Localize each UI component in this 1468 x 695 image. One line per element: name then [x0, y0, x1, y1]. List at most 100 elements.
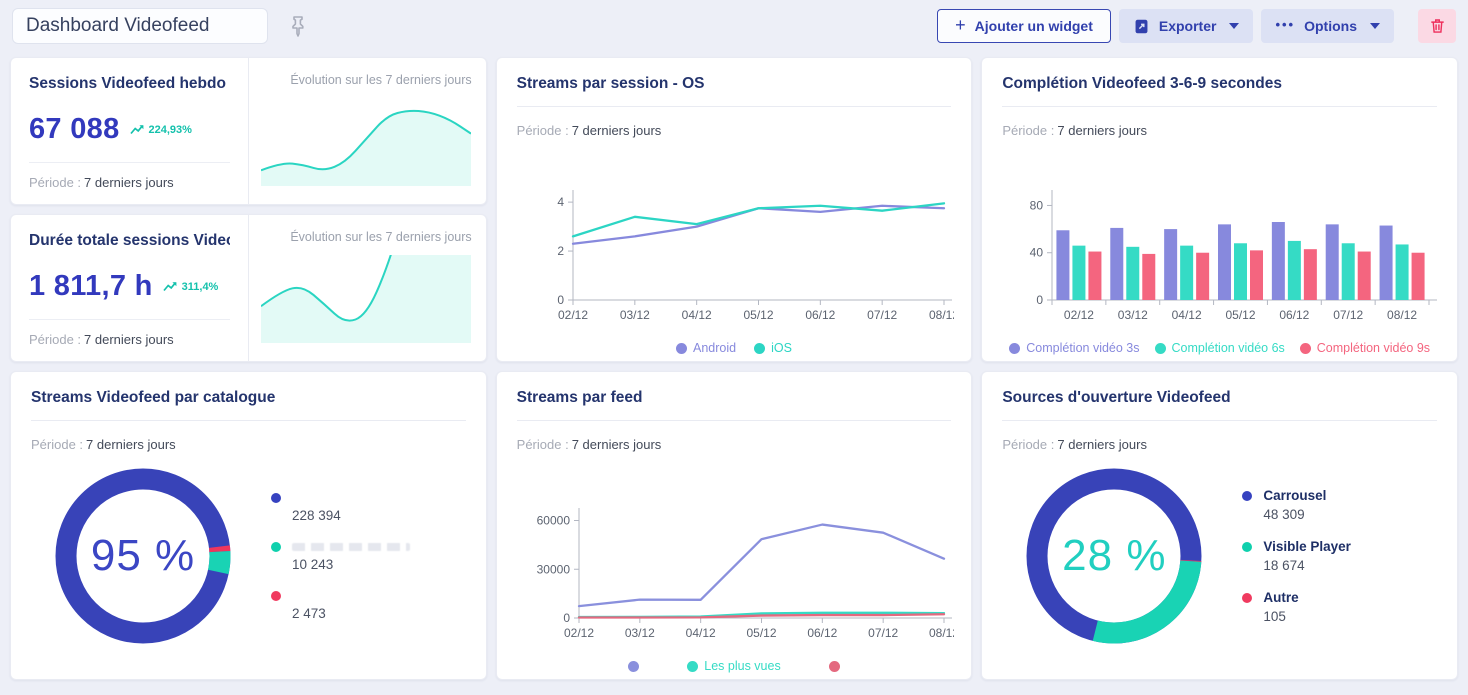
svg-text:06/12: 06/12: [805, 308, 835, 322]
period-value: 7 derniers jours: [1057, 437, 1147, 452]
svg-text:08/12: 08/12: [1387, 308, 1417, 322]
divider: [1002, 420, 1437, 421]
legend-item[interactable]: Complétion vidéo 9s: [1300, 341, 1430, 355]
legend-item[interactable]: 228 394: [271, 491, 410, 523]
svg-text:02/12: 02/12: [1064, 308, 1094, 322]
legend-item[interactable]: Autre 105: [1242, 590, 1351, 624]
legend-dot: [1155, 343, 1166, 354]
widget-title: Durée totale sessions Videof...: [29, 232, 230, 248]
legend-item[interactable]: Android: [676, 341, 736, 355]
period-row: Période :7 derniers jours: [1002, 437, 1437, 452]
donut-center-label: 28 %: [1016, 458, 1212, 654]
legend-item[interactable]: 2 473: [271, 589, 410, 621]
legend-item[interactable]: iOS: [754, 341, 792, 355]
svg-text:05/12: 05/12: [743, 308, 773, 322]
legend-label: Complétion vidéo 6s: [1172, 341, 1285, 355]
divider: [1002, 106, 1437, 107]
svg-text:06/12: 06/12: [807, 626, 837, 640]
legend-label: Complétion vidéo 3s: [1026, 341, 1139, 355]
legend-item[interactable]: [829, 661, 840, 672]
period-value: 7 derniers jours: [572, 437, 662, 452]
legend-dot: [1242, 491, 1252, 501]
dashboard-title-input[interactable]: [12, 8, 268, 44]
widget-sources-ouverture: Sources d'ouverture Videofeed Période :7…: [981, 371, 1458, 680]
sessions-sparkline-chart: [261, 98, 471, 186]
duree-sparkline-chart: [261, 255, 471, 343]
catalogue-donut: 95 %: [45, 458, 241, 654]
legend-dot: [676, 343, 687, 354]
svg-text:40: 40: [1030, 246, 1044, 260]
os-line-chart: 02402/1203/1204/1205/1206/1207/1208/12: [517, 186, 954, 338]
kpi-sparkline-panel: Évolution sur les 7 derniers jours: [248, 215, 485, 361]
svg-text:03/12: 03/12: [624, 626, 654, 640]
legend-item[interactable]: [628, 661, 639, 672]
widget-title: Streams par feed: [517, 389, 952, 407]
legend-item[interactable]: Carrousel 48 309: [1242, 488, 1351, 522]
period-label: Période :: [517, 123, 569, 138]
divider: [29, 319, 230, 320]
chevron-down-icon: [1229, 23, 1239, 29]
options-button[interactable]: ••• Options: [1261, 9, 1394, 43]
period-row: Période :7 derniers jours: [517, 123, 952, 138]
legend-item[interactable]: Visible Player 18 674: [1242, 539, 1351, 573]
widget-grid: Sessions Videofeed hebdo 67 088 224,93% …: [0, 50, 1468, 690]
period-label: Période :: [29, 175, 81, 190]
chevron-down-icon: [1370, 23, 1380, 29]
pin-button[interactable]: [288, 15, 308, 37]
widget-title: Sessions Videofeed hebdo: [29, 75, 230, 91]
svg-text:02/12: 02/12: [564, 626, 594, 640]
widget-duree-totale: Durée totale sessions Videof... 1 811,7 …: [10, 214, 487, 362]
options-label: Options: [1304, 18, 1357, 34]
svg-text:03/12: 03/12: [619, 308, 649, 322]
period-label: Période :: [517, 437, 569, 452]
svg-text:03/12: 03/12: [1118, 308, 1148, 322]
legend-value: 18 674: [1263, 558, 1351, 573]
period-value: 7 derniers jours: [84, 332, 174, 347]
pin-icon: [288, 15, 308, 37]
widget-streams-par-catalogue: Streams Videofeed par catalogue Période …: [10, 371, 487, 680]
legend-dot: [829, 661, 840, 672]
feed-chart-legend: Les plus vues: [517, 659, 952, 673]
legend-dot: [271, 542, 281, 552]
svg-text:0: 0: [1037, 293, 1044, 307]
export-file-icon: [1133, 18, 1150, 35]
svg-text:04/12: 04/12: [1172, 308, 1202, 322]
kpi-trend-value: 224,93%: [149, 124, 192, 136]
svg-text:4: 4: [557, 195, 564, 209]
widget-title: Sources d'ouverture Videofeed: [1002, 389, 1437, 407]
svg-text:07/12: 07/12: [868, 626, 898, 640]
period-row: Période :7 derniers jours: [517, 437, 952, 452]
svg-text:07/12: 07/12: [867, 308, 897, 322]
export-label: Exporter: [1159, 18, 1217, 34]
legend-item[interactable]: Complétion vidéo 3s: [1009, 341, 1139, 355]
legend-item[interactable]: 10 243: [271, 540, 410, 572]
legend-label: Visible Player: [1263, 539, 1351, 554]
donut-center-label: 95 %: [45, 458, 241, 654]
svg-text:80: 80: [1030, 198, 1044, 212]
legend-dot: [1300, 343, 1311, 354]
legend-label: Complétion vidéo 9s: [1317, 341, 1430, 355]
legend-item[interactable]: Complétion vidéo 6s: [1155, 341, 1285, 355]
svg-text:07/12: 07/12: [1334, 308, 1364, 322]
legend-value: 105: [1263, 609, 1351, 624]
legend-dot: [687, 661, 698, 672]
svg-text:08/12: 08/12: [929, 308, 954, 322]
kpi-column: Sessions Videofeed hebdo 67 088 224,93% …: [10, 57, 487, 362]
donut-area: 95 % 228 394 10 243 2 473: [31, 458, 466, 654]
legend-dot: [754, 343, 765, 354]
legend-item[interactable]: Les plus vues: [687, 659, 780, 673]
delete-dashboard-button[interactable]: [1418, 9, 1456, 43]
trending-up-icon: [163, 281, 178, 292]
divider: [517, 106, 952, 107]
donut-area: 28 % Carrousel 48 309 Visible Player 18 …: [1002, 458, 1437, 654]
kpi-trend-value: 311,4%: [182, 281, 219, 293]
add-widget-button[interactable]: + Ajouter un widget: [937, 9, 1111, 43]
legend-label: Carrousel: [1263, 488, 1326, 503]
widget-title: Streams Videofeed par catalogue: [31, 389, 466, 407]
svg-text:04/12: 04/12: [681, 308, 711, 322]
widget-title: Complétion Videofeed 3-6-9 secondes: [1002, 75, 1437, 93]
export-button[interactable]: Exporter: [1119, 9, 1254, 43]
period-row: Période :7 derniers jours: [31, 437, 466, 452]
period-row: Période :7 derniers jours: [29, 175, 230, 190]
svg-text:60000: 60000: [536, 514, 570, 528]
